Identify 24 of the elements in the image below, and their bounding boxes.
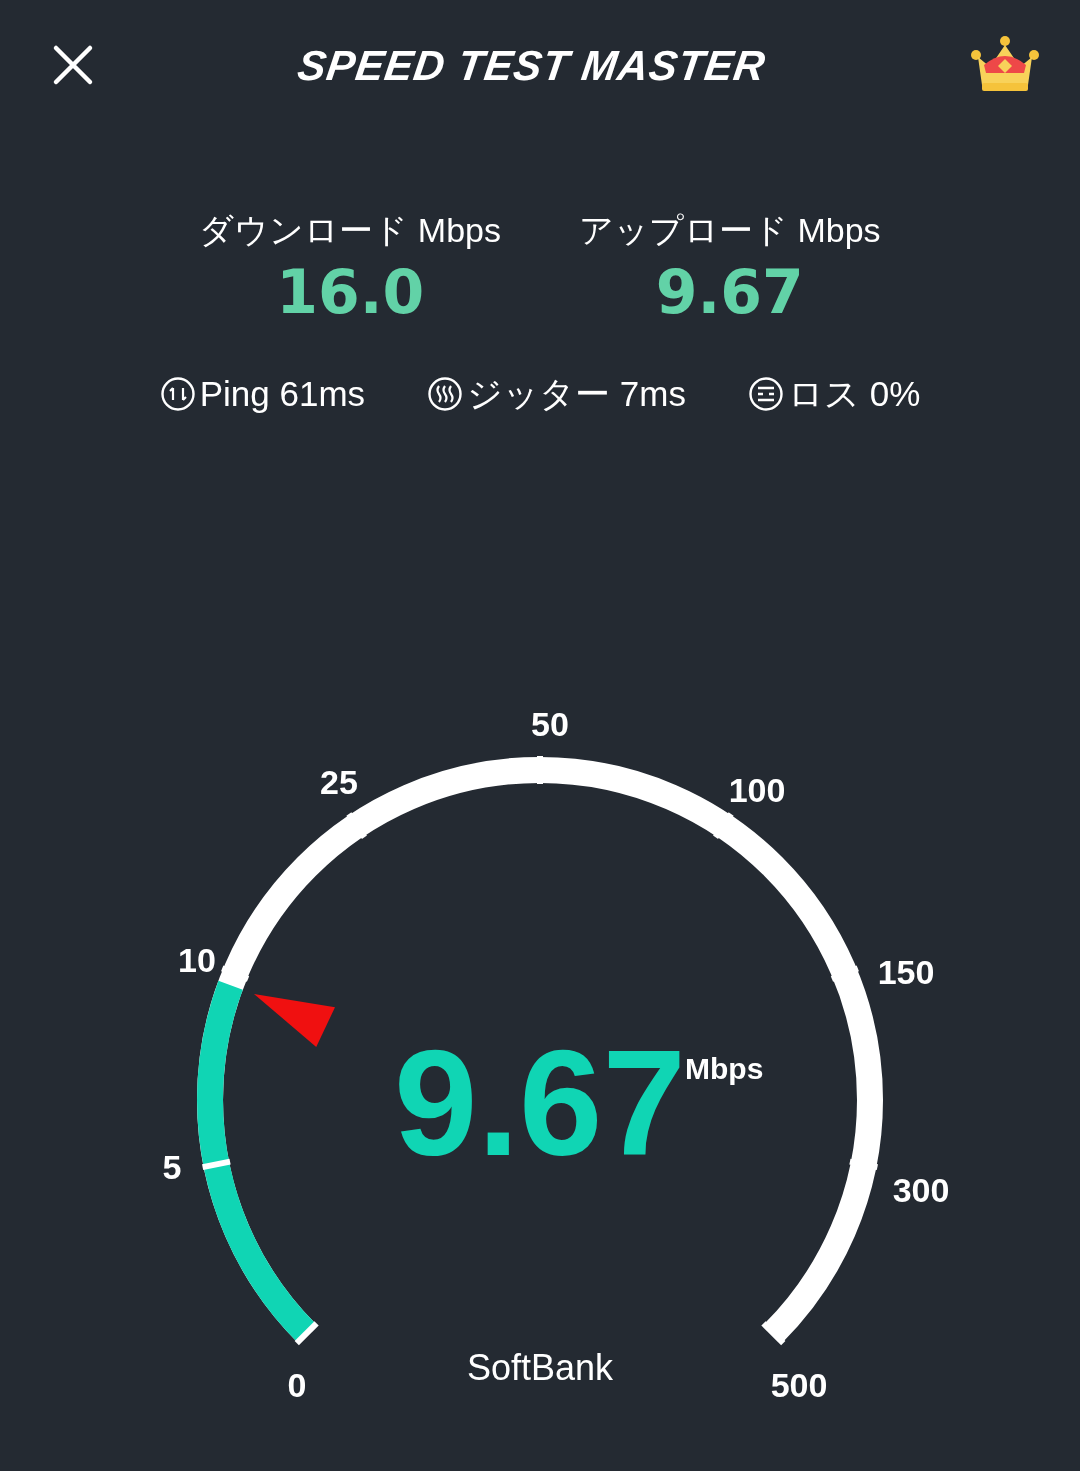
- scale-label: 150: [877, 953, 935, 991]
- jitter-icon: [427, 376, 464, 413]
- result-value: 9.67: [655, 256, 804, 328]
- scale-label: 300: [892, 1171, 950, 1209]
- scale-label: 0: [287, 1366, 307, 1404]
- scale-label: 25: [320, 763, 358, 801]
- scale-label: 5: [162, 1148, 182, 1186]
- scale-label: 100: [728, 771, 786, 809]
- scale-label: 500: [770, 1366, 828, 1404]
- app-title: SPEED TEST MASTER: [294, 40, 770, 91]
- result-value: 16.0: [276, 256, 425, 328]
- close-button[interactable]: [52, 44, 94, 86]
- speed-unit: Mbps: [685, 1052, 764, 1085]
- speed-reading: 9.67: [394, 1019, 686, 1187]
- metric-text: ジッター 7ms: [467, 373, 686, 415]
- loss-icon: [747, 376, 784, 413]
- result-label: アップロード Mbps: [579, 210, 881, 251]
- result-label: ダウンロード Mbps: [199, 210, 501, 251]
- metric-text: ロス 0%: [787, 373, 921, 415]
- scale-label: 10: [178, 941, 216, 979]
- ping-icon: [159, 376, 196, 413]
- scale-label: 50: [531, 705, 569, 743]
- provider-name: SoftBank: [466, 1347, 614, 1388]
- metric-text: Ping 61ms: [199, 373, 366, 415]
